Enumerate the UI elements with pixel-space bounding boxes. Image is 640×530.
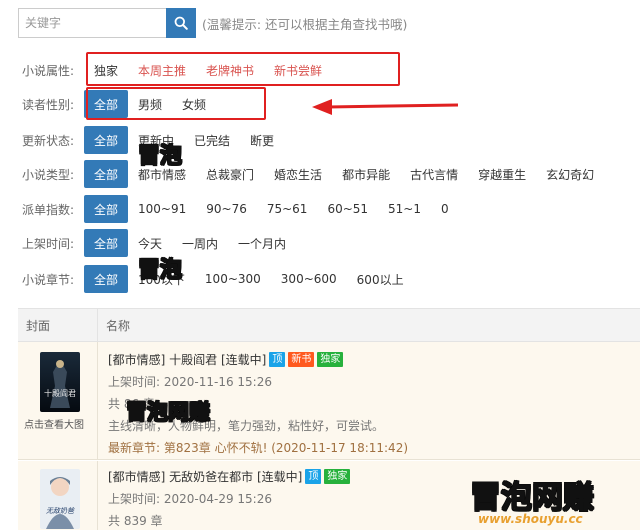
watermark-bubble-1: 冒泡 [137,143,183,170]
filter-option[interactable]: 断更 [240,126,284,154]
book-title[interactable]: [都市情感] 十殿阎君 [连载中] [108,351,266,368]
book-row: 十殿阎君 点击查看大图 [都市情感] 十殿阎君 [连载中] 顶新书 独家 上架时间… [18,342,640,460]
search-input[interactable] [18,8,166,38]
svg-text:十殿阎君: 十殿阎君 [44,388,76,398]
book-chapter-count: 共 839 章 [108,513,163,528]
watermark-bubble-2: 冒泡 [137,257,183,284]
book-table-header: 封面 名称 [18,308,640,342]
filter-option[interactable]: 一个月内 [228,229,296,257]
filter-option[interactable]: 新书尝鲜 [264,56,332,84]
filter-option[interactable]: 本周主推 [128,56,196,84]
filter-row: 小说类型: 全部 都市情感 总裁豪门 婚恋生活 都市异能 古代言情 穿越重生 玄幻奇幻 [22,160,604,188]
filter-label: 小说类型: [22,167,75,182]
filter-row: 小说章节: 全部 100以下 100~300 300~600 600以上 [22,265,414,293]
book-latest-chapter[interactable]: 最新章节: 第823章 心怀不轨! (2020-11-17 18:11:42) [108,436,408,458]
filter-label: 小说章节: [22,272,75,287]
book-cover-image[interactable]: 无敌奶爸 [40,469,80,529]
filter-option[interactable]: 女频 [172,90,216,118]
book-date: 上架时间: 2020-04-29 15:26 [108,491,272,506]
filter-label: 读者性别: [22,97,75,112]
filter-row: 小说属性: 独家 本周主推 老牌神书 新书尝鲜 [22,56,332,84]
book-date: 上架时间: 2020-11-16 15:26 [108,374,272,389]
filter-option[interactable]: 51~1 [378,195,431,223]
filter-option[interactable]: 总裁豪门 [196,160,264,188]
book-cover-image[interactable]: 十殿阎君 [40,352,80,412]
filter-option[interactable]: 600以上 [347,265,414,293]
filter-option[interactable]: 已完结 [184,126,240,154]
filter-option[interactable]: 100~91 [128,195,196,223]
filter-option[interactable]: 独家 [84,56,128,84]
filter-row: 派单指数: 全部 100~91 90~76 75~61 60~51 51~1 0 [22,195,459,223]
filter-option[interactable]: 75~61 [257,195,318,223]
filter-option[interactable]: 100~300 [195,265,271,293]
col-cover: 封面 [18,308,98,342]
filter-option[interactable]: 300~600 [271,265,347,293]
filter-option[interactable]: 全部 [84,126,129,154]
filter-option[interactable]: 都市异能 [332,160,400,188]
book-title-line: [都市情感] 无敌奶爸在都市 [连载中] 顶独家 [108,465,351,487]
svg-text:无敌奶爸: 无敌奶爸 [46,507,75,515]
filter-label: 更新状态: [22,133,75,148]
search-bar: (温馨提示: 还可以根据主角查找书哦) [18,8,407,38]
search-icon [174,16,188,30]
cover-cell: 无敌奶爸 [18,461,98,530]
filter-option[interactable]: 男频 [128,90,172,118]
watermark-site: www.shouyu.cc [478,512,583,526]
book-tag: 顶 [305,469,322,484]
book-tag: 独家 [317,352,344,367]
filter-option[interactable]: 玄幻奇幻 [536,160,604,188]
cover-cell: 十殿阎君 点击查看大图 [18,342,98,459]
filter-label: 派单指数: [22,202,75,217]
book-info: [都市情感] 无敌奶爸在都市 [连载中] 顶独家 上架时间: 2020-04-2… [108,465,351,530]
filter-option[interactable]: 60~51 [317,195,378,223]
filter-label: 上架时间: [22,236,75,251]
book-title[interactable]: [都市情感] 无敌奶爸在都市 [连载中] [108,468,302,485]
book-tag: 顶 [269,352,286,367]
book-tag: 独家 [324,469,351,484]
col-name: 名称 [106,318,131,333]
red-arrow-icon [312,99,459,115]
filter-option[interactable]: 婚恋生活 [264,160,332,188]
search-button[interactable] [166,8,196,38]
filter-label: 小说属性: [22,63,75,78]
search-hint: (温馨提示: 还可以根据主角查找书哦) [202,16,408,32]
filter-option[interactable]: 全部 [84,195,129,223]
view-cover-link[interactable]: 点击查看大图 [24,416,84,431]
filter-option[interactable]: 0 [431,195,459,223]
filter-option[interactable]: 90~76 [196,195,257,223]
filter-option[interactable]: 老牌神书 [196,56,264,84]
filter-option[interactable]: 全部 [84,160,129,188]
watermark-bubble-earn-1: 冒泡网赚 [125,399,211,425]
watermark-bubble-earn-2: 冒泡网赚 [469,479,595,517]
filter-option[interactable]: 全部 [84,265,129,293]
filter-option[interactable]: 古代言情 [400,160,468,188]
filter-option[interactable]: 全部 [84,90,129,118]
filter-option[interactable]: 全部 [84,229,129,257]
filter-row: 读者性别: 全部 男频 女频 [22,90,216,118]
book-tag: 新书 [288,352,315,367]
filter-option[interactable]: 穿越重生 [468,160,536,188]
book-title-line: [都市情感] 十殿阎君 [连载中] 顶新书 独家 [108,348,408,370]
